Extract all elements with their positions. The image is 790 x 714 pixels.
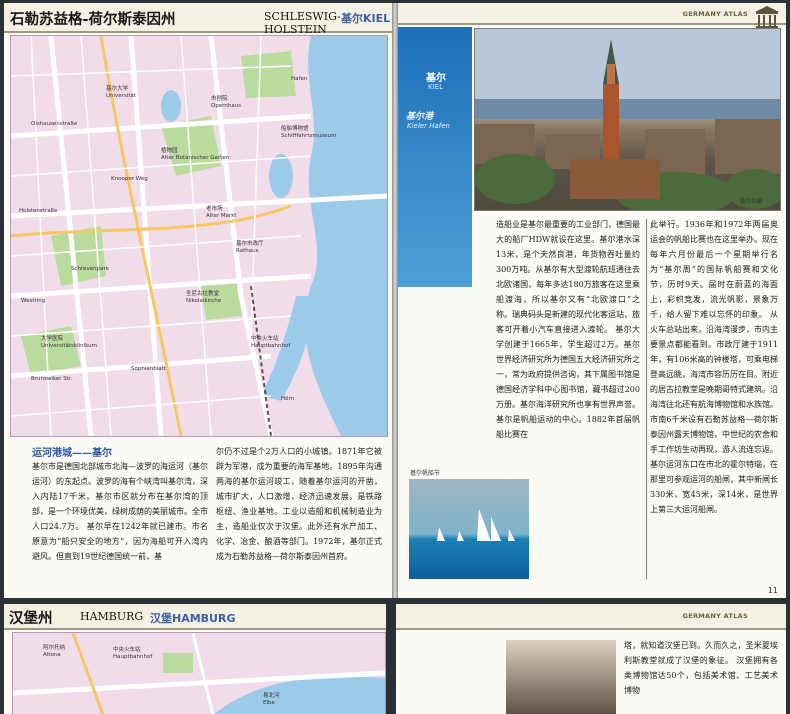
article-text: 塔，就知道汉堡已到。久而久之，圣米夏埃利斯教堂就成了汉堡的象征。 汉堡拥有各类博… [624, 641, 778, 695]
map-graphic [13, 633, 385, 714]
hamburg-text-page: GERMANY ATLAS 塔，就知道汉堡已到。久而久之，圣米夏埃利斯教堂就成了… [396, 604, 786, 714]
right-page: GERMANY ATLAS 基尔 KIEL 基尔港 Kieler Hafen 基… [398, 3, 786, 598]
map-label: Alter Markt [206, 213, 237, 219]
article-column-2: 此举行。1936年和1972年两届奥运会的帆船比赛也在这里举办。现在每年六月份最… [650, 220, 778, 514]
temple-icon [755, 6, 779, 28]
state-title-en: HAMBURG [80, 610, 144, 623]
map-label: 船舶博物馆 [281, 126, 309, 132]
sailing-photo [409, 479, 529, 579]
sail-caption: 基尔帆船节 [410, 470, 441, 477]
city-name-en: KIEL [428, 83, 443, 91]
map-label: Altona [43, 652, 61, 658]
map-label: 基尔市政厅 [236, 241, 264, 247]
map-label: Rathaus [236, 248, 259, 254]
photo-caption: 基尔鸟瞰 [739, 199, 762, 205]
map-label: Schifffahrtsmuseum [281, 133, 337, 139]
article-column-1: 基尔市是德国北部城市北海—波罗的海运河（基尔运河）的东起点。波罗的海有个峡湾叫基… [32, 462, 208, 561]
kiel-city-map: 基尔大学 Universität 植物园 Alter Botanischer G… [10, 35, 388, 437]
map-label: Schrevenpark [71, 266, 109, 272]
map-label: Knooper Weg [111, 176, 148, 182]
map-label: Opernhaus [211, 103, 242, 109]
page-header: 石勒苏益格-荷尔斯泰因州 SCHLESWIG-HOLSTEIN 基尔KIEL [4, 3, 392, 36]
map-label: 易北河 [263, 693, 280, 699]
state-title: 汉堡州 [9, 610, 53, 627]
atlas-tag: GERMANY ATLAS [682, 10, 748, 18]
map-label: Sophienblatt [131, 366, 166, 372]
city-tag: 基尔KIEL [341, 12, 391, 25]
map-label: 中央火车站 [251, 336, 279, 342]
map-label: 老市场 [206, 206, 223, 212]
page-number: 11 [767, 586, 778, 595]
section-title: 运河港城——基尔 [32, 448, 112, 459]
map-label: Westring [21, 298, 46, 304]
kiel-aerial-photo [474, 28, 781, 211]
map-label: 基尔大学 [106, 86, 129, 92]
map-label: Hauptbahnhof [113, 654, 153, 660]
port-name-cn: 基尔港 [406, 112, 434, 122]
state-title: 石勒苏益格-荷尔斯泰因州 [10, 11, 176, 28]
column-divider [646, 219, 647, 579]
map-label: Olshausenstraße [31, 121, 78, 127]
hamburg-city-map: 阿尔托纳 Altona 中央火车站 Hauptbahnhof 易北河 Elbe [12, 632, 386, 714]
map-label: 圣尼古拉教堂 [186, 291, 220, 297]
hamburg-page: 汉堡州 HAMBURG 汉堡HAMBURG 阿尔托纳 Altona 中央火车站 … [4, 604, 386, 714]
map-label: 植物园 [161, 148, 178, 154]
map-label: 中央火车站 [113, 647, 141, 653]
city-tag: 汉堡HAMBURG [150, 612, 236, 625]
page-header: 汉堡州 HAMBURG 汉堡HAMBURG [4, 604, 386, 630]
photo-graphic [475, 29, 780, 210]
article-column-1: 造船业是基尔最重要的工业部门，德国最大的船厂HDW就设在这里。基尔港水深13米，… [496, 220, 640, 439]
map-label: Alter Botanischer Garten [161, 155, 230, 161]
sail-graphic [437, 509, 515, 541]
map-label: Nikolaikirche [186, 298, 222, 304]
atlas-tag: GERMANY ATLAS [682, 612, 748, 620]
map-label: Holstenstraße [19, 208, 58, 214]
atlas-spread: 石勒苏益格-荷尔斯泰因州 SCHLESWIG-HOLSTEIN 基尔KIEL 基… [4, 3, 786, 598]
hamburg-photo [506, 640, 616, 714]
map-label: Hörn [281, 396, 295, 402]
map-label: 阿尔托纳 [43, 645, 66, 651]
map-label: Hafen [291, 76, 308, 82]
map-label: Universität [106, 93, 137, 99]
map-label: 市剧院 [211, 96, 228, 102]
article-column-2: 尔仍不过是个2万人口的小城镇。1871年它被辟为军港，成为重要的海军基地。189… [216, 447, 382, 561]
map-label: Elbe [263, 700, 275, 706]
map-label: Universitätsklinikum [41, 343, 97, 349]
left-page: 石勒苏益格-荷尔斯泰因州 SCHLESWIG-HOLSTEIN 基尔KIEL 基… [4, 3, 392, 598]
port-name-en: Kieler Hafen [407, 122, 450, 130]
city-name-cn: 基尔 [426, 73, 446, 84]
map-label: Brunswiker Str. [31, 376, 73, 382]
map-label: 大学医院 [41, 336, 64, 342]
page-header: GERMANY ATLAS [398, 3, 786, 28]
kiel-banner: 基尔 KIEL 基尔港 Kieler Hafen [398, 27, 472, 287]
page-header: GERMANY ATLAS [396, 604, 786, 630]
map-label: Hauptbahnhof [251, 343, 291, 349]
